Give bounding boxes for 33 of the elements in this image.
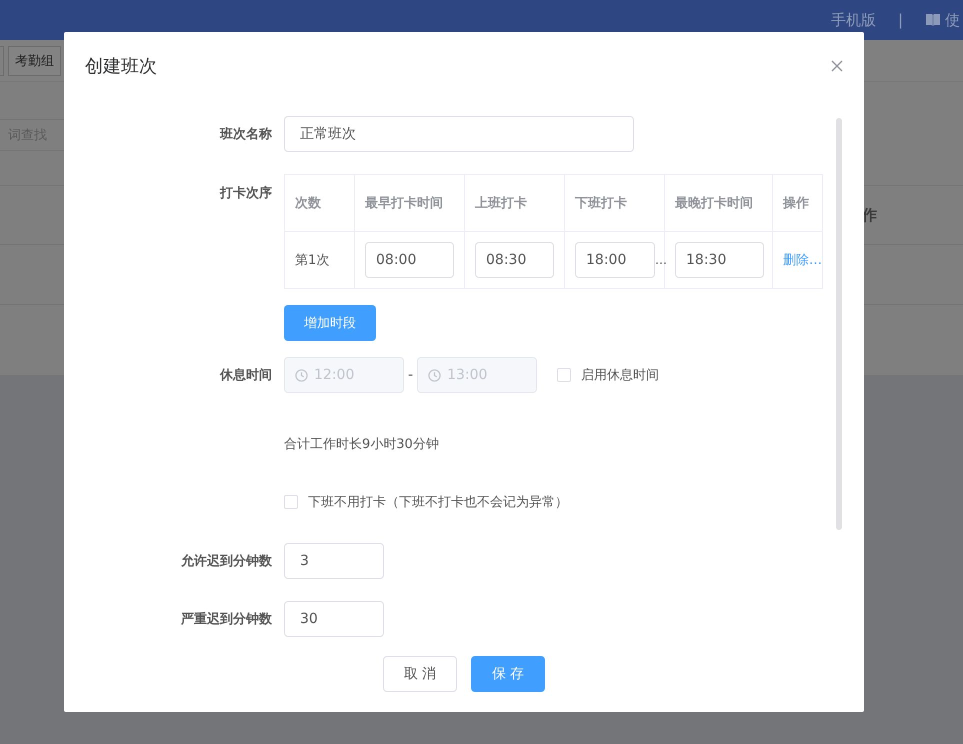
total-hours-text: 合计工作时长9小时30分钟 (284, 436, 439, 453)
column-header: 操作 (783, 195, 809, 212)
no-punch-checkbox[interactable]: 下班不用打卡（下班不打卡也不会记为异常） (284, 493, 568, 511)
clock-icon (428, 368, 442, 382)
column-header: 上班打卡 (475, 195, 527, 212)
cancel-button[interactable]: 取 消 (383, 656, 457, 692)
dialog-title: 创建班次 (85, 55, 157, 78)
column-header: 最早打卡时间 (365, 195, 443, 212)
field-label: 严重迟到分钟数 (180, 610, 273, 628)
close-icon[interactable] (830, 59, 844, 73)
time-input[interactable]: 18:30 (675, 242, 764, 278)
field-label: 允许迟到分钟数 (180, 553, 273, 570)
separator: | (898, 11, 903, 29)
time-input[interactable]: 08:00 (365, 242, 454, 278)
minutes-input[interactable]: 30 (284, 601, 384, 637)
clock-icon (295, 368, 308, 382)
minutes-input[interactable]: 3 (284, 543, 384, 579)
table-cell-text: 第1次 (295, 252, 330, 269)
field-label: 班次名称 (218, 126, 273, 143)
time-input[interactable]: 18:00 (575, 242, 655, 278)
toolbar-button[interactable]: 考勤组 (8, 46, 61, 76)
field-label: 打卡次序 (218, 184, 273, 202)
checkbox[interactable] (284, 495, 298, 509)
column-header: 次数 (295, 195, 321, 212)
column-header: 最晚打卡时间 (675, 195, 753, 212)
field-label: 休息时间 (218, 367, 273, 384)
scrollbar-thumb[interactable] (836, 118, 842, 530)
shift-name-input[interactable]: 正常班次 (284, 116, 634, 152)
column-header: 下班打卡 (575, 195, 627, 212)
overflow-text: … (655, 253, 667, 267)
book-icon (925, 13, 941, 27)
time-input[interactable]: 08:30 (475, 242, 554, 278)
range-separator: - (408, 367, 414, 383)
